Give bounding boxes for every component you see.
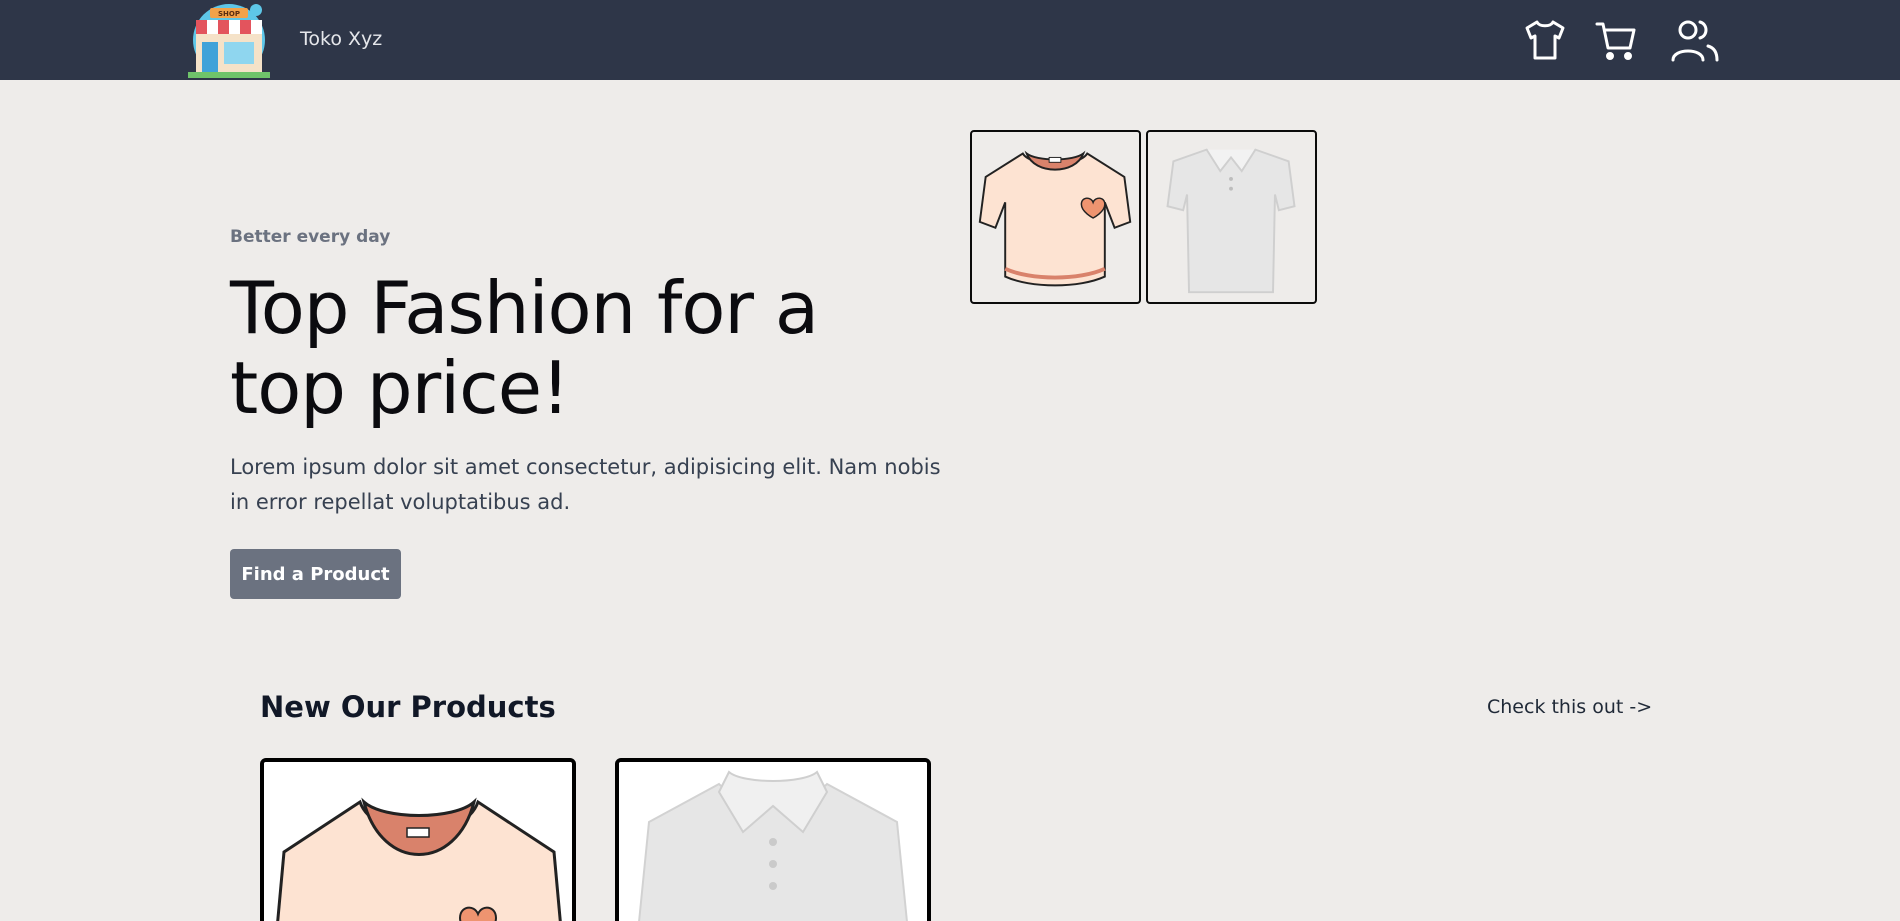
product-card-white-polo[interactable] (615, 758, 931, 921)
top-navbar: SHOP Toko Xyz (0, 0, 1900, 80)
thumbnail-white-polo[interactable] (1146, 130, 1317, 304)
products-section-title: New Our Products (260, 690, 556, 724)
hero-title: Top Fashion for a top price! (230, 266, 819, 430)
svg-text:SHOP: SHOP (218, 10, 240, 18)
shop-logo-icon[interactable]: SHOP (186, 0, 272, 78)
product-card-peach-tshirt[interactable] (260, 758, 576, 921)
thumbnail-peach-tshirt[interactable] (970, 130, 1141, 304)
brand-name[interactable]: Toko Xyz (300, 28, 382, 50)
check-this-out-link[interactable]: Check this out -> (1487, 696, 1652, 718)
find-product-button[interactable]: Find a Product (230, 549, 401, 599)
hero-description: Lorem ipsum dolor sit amet consectetur, … (230, 455, 941, 514)
users-icon[interactable] (1670, 18, 1720, 64)
cart-icon[interactable] (1594, 18, 1638, 62)
hero-eyebrow: Better every day (230, 227, 391, 247)
tshirt-icon[interactable] (1523, 18, 1567, 62)
